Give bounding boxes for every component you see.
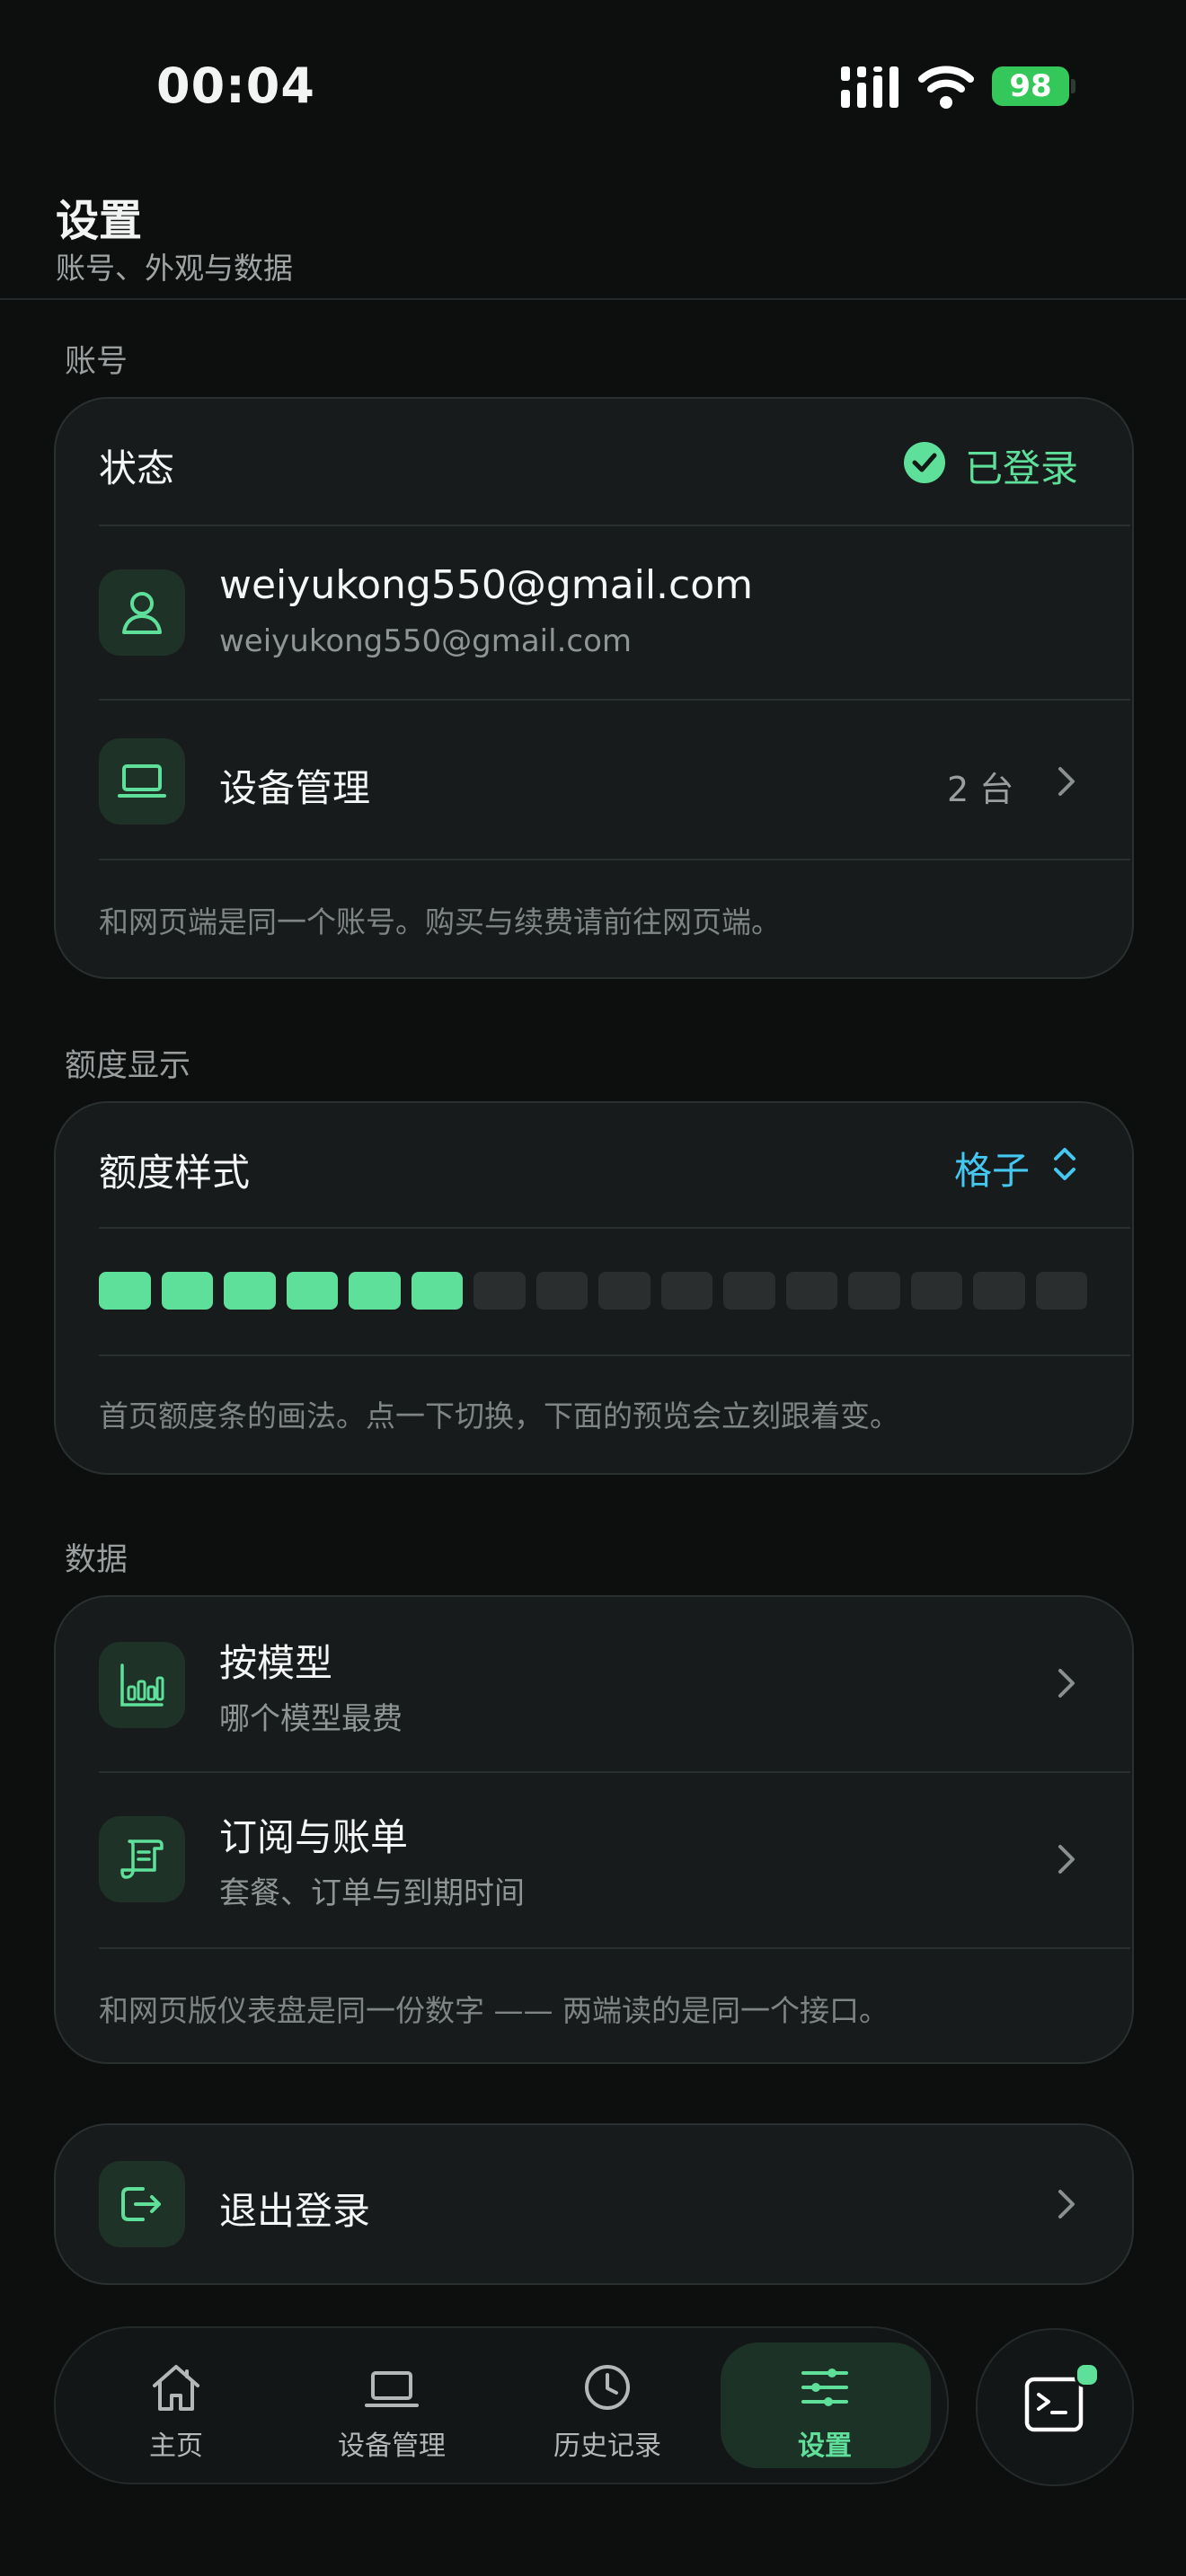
quota-segment-empty: [474, 1272, 526, 1310]
quota-segment-empty: [848, 1272, 900, 1310]
quota-segment-filled: [161, 1272, 213, 1310]
billing-row[interactable]: [54, 1773, 1130, 1947]
section-label-quota: 额度显示: [65, 1048, 191, 1084]
page-subtitle: 账号、外观与数据: [56, 251, 293, 286]
header-divider: [0, 298, 1186, 300]
sliders-icon: [801, 2369, 848, 2406]
quota-segment-empty: [598, 1272, 651, 1310]
status-time: 00:04: [156, 57, 315, 114]
chevron-right-icon: [1058, 767, 1075, 796]
quota-segment-filled: [349, 1272, 401, 1310]
quota-style-label: 额度样式: [99, 1151, 251, 1195]
receipt-icon: [120, 1839, 164, 1879]
divider: [99, 859, 1130, 860]
notification-dot: [1075, 2362, 1100, 2387]
data-note: 和网页版仪表盘是同一份数字 —— 两端读的是同一个接口。: [99, 1993, 889, 2028]
by-model-subtitle: 哪个模型最费: [219, 1701, 403, 1737]
battery-tip: [1071, 79, 1075, 93]
bar-chart-icon: [120, 1663, 164, 1707]
by-model-title: 按模型: [219, 1641, 333, 1685]
laptop-icon: [118, 764, 166, 798]
quota-segment-empty: [973, 1272, 1025, 1310]
billing-subtitle: 套餐、订单与到期时间: [219, 1875, 525, 1911]
chart-icon-box: [99, 1642, 185, 1728]
wifi-icon: [918, 66, 974, 109]
account-email-row[interactable]: [54, 526, 1130, 699]
login-status: 已登录: [965, 446, 1079, 490]
account-email-sub: weiyukong550@gmail.com: [219, 623, 632, 659]
status-label: 状态: [99, 446, 175, 490]
logout-icon: [121, 2187, 161, 2221]
tab-home-label: 主页: [149, 2430, 203, 2462]
divider: [99, 1947, 1130, 1949]
quota-note: 首页额度条的画法。点一下切换，下面的预览会立刻跟着变。: [99, 1398, 899, 1434]
laptop-icon-box: [99, 738, 185, 825]
quota-segment-empty: [660, 1272, 712, 1310]
chevron-up-down-icon: [1054, 1148, 1075, 1180]
terminal-icon: [1024, 2377, 1084, 2432]
section-label-data: 数据: [65, 1542, 128, 1578]
account-email: weiyukong550@gmail.com: [219, 562, 753, 608]
device-management-label: 设备管理: [219, 766, 371, 810]
tab-history[interactable]: 历史记录: [518, 2335, 697, 2470]
quota-segment-filled: [286, 1272, 338, 1310]
billing-title: 订阅与账单: [219, 1815, 409, 1859]
by-model-row[interactable]: [54, 1597, 1130, 1771]
user-icon: [122, 592, 162, 634]
quota-segment-filled: [224, 1272, 276, 1310]
quota-segment-empty: [535, 1272, 588, 1310]
check-circle-icon: [904, 442, 945, 483]
laptop-icon: [365, 2371, 419, 2407]
receipt-icon-box: [99, 1816, 185, 1902]
quota-segment-empty: [723, 1272, 775, 1310]
tab-devices-label: 设备管理: [338, 2430, 446, 2462]
battery-level: 98: [1009, 68, 1052, 104]
device-count: 2 台: [947, 770, 1014, 809]
logout-label: 退出登录: [219, 2189, 371, 2233]
page-title: 设置: [56, 196, 143, 246]
cellular-signal-icon: [841, 66, 898, 108]
divider: [99, 1354, 1130, 1356]
home-icon: [153, 2365, 199, 2411]
section-label-account: 账号: [65, 344, 128, 380]
account-note: 和网页端是同一个账号。购买与续费请前往网页端。: [99, 904, 781, 940]
clock-icon: [585, 2365, 630, 2410]
tab-home[interactable]: 主页: [86, 2335, 266, 2470]
quota-segment-empty: [1035, 1272, 1087, 1310]
chevron-right-icon: [1058, 1845, 1075, 1874]
divider: [99, 1227, 1130, 1229]
quota-segment-empty: [785, 1272, 837, 1310]
tab-history-label: 历史记录: [553, 2430, 661, 2462]
tab-settings-label: 设置: [798, 2430, 852, 2462]
battery-indicator: 98: [992, 66, 1069, 106]
chevron-right-icon: [1058, 1669, 1075, 1698]
logout-icon-box: [99, 2161, 185, 2247]
quota-segment-filled: [99, 1272, 151, 1310]
quota-style-value: 格子: [954, 1149, 1031, 1193]
quota-segment-filled: [411, 1272, 463, 1310]
chevron-right-icon: [1058, 2190, 1075, 2219]
tab-settings[interactable]: 设置: [735, 2335, 915, 2470]
user-icon-box: [99, 569, 185, 656]
quota-segment-empty: [910, 1272, 962, 1310]
tab-devices[interactable]: 设备管理: [302, 2335, 482, 2470]
logout-button[interactable]: [54, 2123, 1134, 2285]
